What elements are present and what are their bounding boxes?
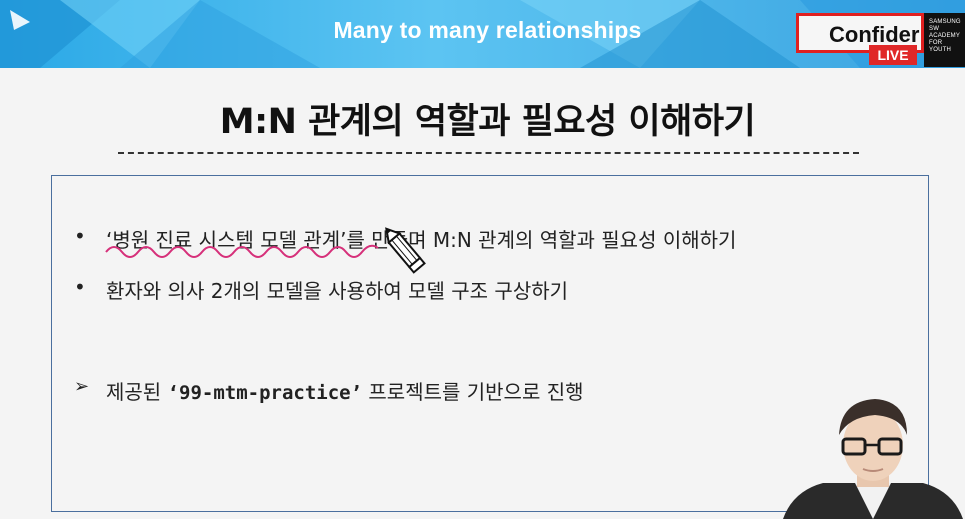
annotation-squiggle: [105, 244, 379, 258]
note-suffix: 프로젝트를 기반으로 진행: [362, 380, 584, 404]
academy-logo-line: ACADEMY: [929, 33, 961, 39]
presenter-webcam: [783, 399, 963, 519]
bullet-text: 환자와 의사 2개의 모델을 사용하여 모델 구조 구상하기: [106, 279, 569, 303]
academy-logo-line: YOUTH: [929, 47, 951, 53]
live-badge: LIVE: [869, 45, 917, 65]
note-text: 제공된 ‘99-mtm-practice’ 프로젝트를 기반으로 진행: [106, 376, 584, 405]
project-name: ‘99-mtm-practice’: [167, 382, 363, 404]
arrow-bullet-icon: ➢: [74, 376, 90, 397]
academy-logo-line: SW: [929, 26, 940, 32]
title-divider: [118, 152, 859, 154]
academy-logo: SAMSUNG SW ACADEMY FOR YOUTH: [924, 13, 965, 67]
note-prefix: 제공된: [106, 380, 168, 404]
academy-logo-line: SAMSUNG: [929, 19, 961, 25]
slide-title: M:N 관계의 역할과 필요성 이해하기: [219, 102, 756, 142]
bullet-marker: •: [74, 224, 86, 248]
bullet-marker: •: [74, 275, 86, 299]
academy-logo-line: FOR: [929, 40, 943, 46]
pencil-cursor-icon: [385, 227, 426, 274]
